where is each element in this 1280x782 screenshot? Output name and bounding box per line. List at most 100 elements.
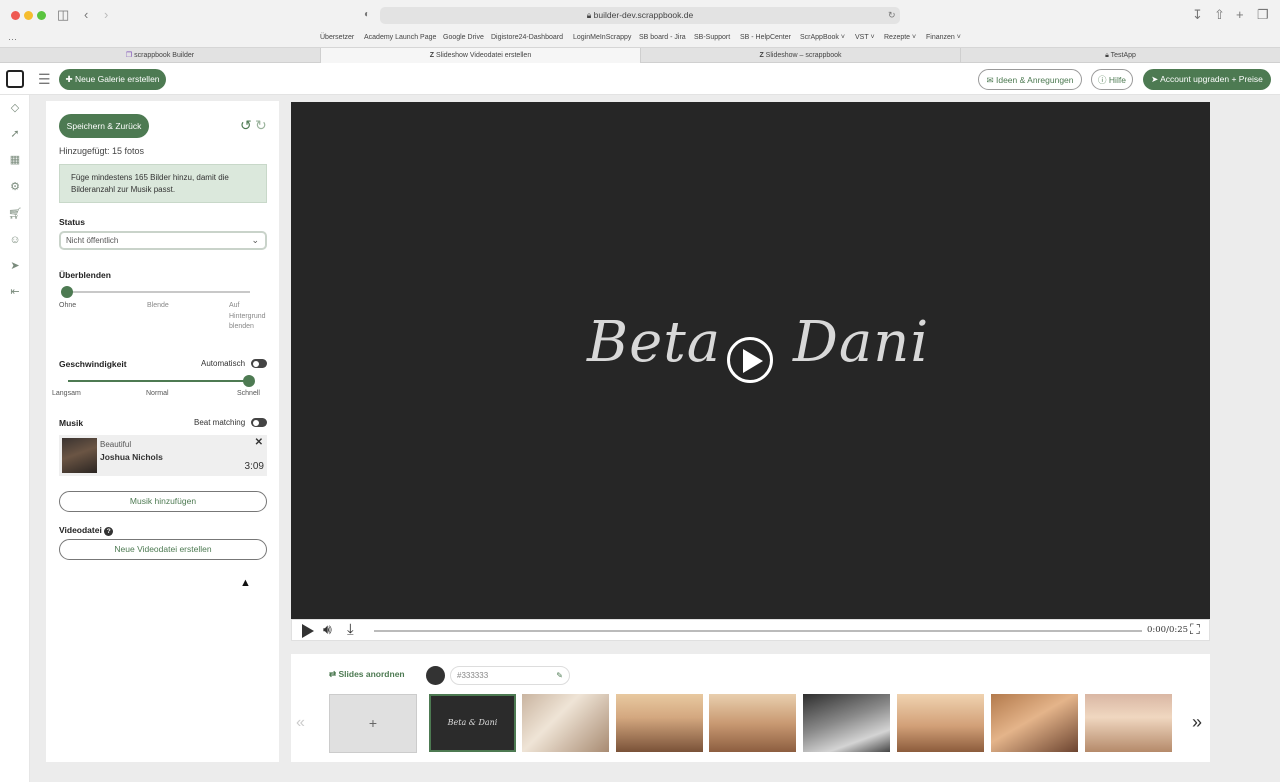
fav-link[interactable]: Academy Launch Page [364, 34, 436, 41]
new-tab-icon[interactable]: + [1236, 7, 1244, 23]
share-icon[interactable]: ⇧ [1214, 7, 1225, 23]
close-window-button[interactable] [11, 11, 20, 20]
save-back-button[interactable]: Speichern & Zurück [59, 114, 149, 138]
speed-fast: Schnell [237, 390, 260, 397]
upgrade-label: Account upgraden + Preise [1160, 74, 1263, 84]
slide-thumb-photo[interactable] [803, 694, 890, 752]
grid-icon[interactable]: ▦ [8, 153, 22, 167]
reload-icon[interactable]: ↻ [888, 7, 896, 23]
upgrade-button[interactable]: ➤ Account upgraden + Preise [1143, 69, 1271, 90]
hamburger-menu-icon[interactable]: ☰ [38, 71, 51, 88]
cart-icon[interactable]: 🛒︎ [8, 207, 22, 221]
play-overlay-icon[interactable] [727, 337, 773, 383]
ideas-button[interactable]: ✉ Ideen & Anregungen [978, 69, 1082, 90]
beat-matching-label: Beat matching [194, 418, 246, 427]
fav-link[interactable]: SB - HelpCenter [740, 34, 791, 41]
user-icon[interactable]: ☺ [8, 233, 22, 247]
status-value: Nicht öffentlich [66, 236, 119, 245]
browser-tabs: ❐ scrappbook Builder Z Slideshow Videoda… [0, 47, 1280, 63]
sidebar-toggle-icon[interactable]: ◫ [57, 7, 69, 23]
slide-thumb-photo[interactable] [991, 694, 1078, 752]
fav-link[interactable]: Google Drive [443, 34, 484, 41]
undo-icon[interactable]: ↺ [240, 117, 252, 134]
tab-label: scrappbook Builder [134, 52, 195, 59]
remove-track-icon[interactable]: ✕ [255, 437, 263, 448]
back-icon[interactable]: ‹ [84, 7, 88, 23]
minimize-window-button[interactable] [24, 11, 33, 20]
download-icon[interactable]: ↧ [1192, 7, 1203, 23]
fav-link[interactable]: LoginMeInScrappy [573, 34, 631, 41]
help-button[interactable]: ⓘ Hilfe [1091, 69, 1133, 90]
slide-thumb-photo[interactable] [1085, 694, 1172, 752]
new-gallery-button[interactable]: ✚ Neue Galerie erstellen [59, 69, 166, 90]
crossfade-knob[interactable] [61, 286, 73, 298]
send-icon[interactable]: ➤ [8, 259, 22, 273]
crossfade-option-ohne: Ohne [59, 302, 77, 309]
fav-link[interactable]: SB board - Jira [639, 34, 686, 41]
fav-link[interactable]: SB-Support [694, 34, 730, 41]
url-text: builder-dev.scrappbook.de [593, 10, 694, 20]
color-hex-input[interactable]: #333333 ✎ [450, 666, 570, 685]
info-icon: ⓘ [1098, 75, 1109, 85]
fav-menu-label: ScrAppBook [800, 34, 839, 41]
video-preview[interactable]: Beta Dani [291, 102, 1210, 641]
apps-grid-icon[interactable]: ⋯ [8, 31, 17, 47]
video-title-left: Beta [587, 310, 722, 375]
zoom-window-button[interactable] [37, 11, 46, 20]
play-icon[interactable] [302, 624, 314, 638]
shield-icon[interactable]: ◐ [364, 7, 370, 23]
fav-menu-label: Finanzen [926, 34, 955, 41]
forward-icon[interactable]: › [104, 7, 108, 23]
scrappbook-favicon-icon: ❐ [125, 52, 135, 59]
tab-testapp[interactable]: 🔒︎ TestApp [960, 48, 1280, 63]
color-swatch[interactable] [426, 666, 445, 685]
video-title-right: Dani [793, 310, 930, 375]
diamond-icon[interactable]: ◇ [8, 101, 22, 115]
pen-icon[interactable]: ✎ [556, 667, 563, 684]
crossfade-track[interactable] [66, 291, 250, 293]
address-bar[interactable]: 🔒︎ builder-dev.scrappbook.de [380, 7, 900, 24]
speed-slow: Langsam [52, 390, 81, 397]
speed-knob[interactable] [243, 375, 255, 387]
tab-scrappbook-builder[interactable]: ❐ scrappbook Builder [0, 48, 320, 63]
video-file-label-text: Videodatei [59, 525, 102, 535]
fav-menu[interactable]: ScrAppBook ˅ [800, 34, 845, 41]
fav-menu[interactable]: Finanzen ˅ [926, 34, 961, 41]
fav-menu[interactable]: VST ˅ [855, 34, 875, 41]
fullscreen-icon[interactable]: ⛶ [1190, 621, 1200, 638]
arrange-slides-button[interactable]: ⇄ Slides anordnen [329, 669, 405, 680]
help-circle-icon[interactable]: ? [104, 527, 114, 536]
app-logo-icon[interactable] [6, 70, 24, 88]
add-slide-button[interactable]: + [329, 694, 417, 753]
progress-bar[interactable] [374, 630, 1142, 632]
status-select[interactable]: Nicht öffentlich ⌄ [59, 231, 267, 250]
slide-thumb-photo[interactable] [897, 694, 984, 752]
prev-slides-icon[interactable]: « [296, 714, 305, 732]
slide-thumb-photo[interactable] [709, 694, 796, 752]
speed-auto-toggle[interactable] [251, 359, 267, 368]
slide-thumb-title[interactable]: Beta & Dani [429, 694, 516, 752]
chart-line-icon[interactable]: ➚ [8, 127, 22, 141]
chevron-down-icon: ˅ [910, 34, 917, 41]
tab-overview-icon[interactable]: ❐ [1257, 7, 1269, 23]
redo-icon[interactable]: ↻ [255, 117, 267, 134]
logout-icon[interactable]: ⇤ [8, 285, 22, 299]
next-slides-icon[interactable]: » [1192, 712, 1202, 733]
new-video-file-button[interactable]: Neue Videodatei erstellen [59, 539, 267, 560]
video-controls: 🔊︎ ⤓ 0:00/0:25 ⛶ [291, 619, 1210, 641]
add-music-button[interactable]: Musik hinzufügen [59, 491, 267, 512]
tab-slideshow-videodatei[interactable]: Z Slideshow Videodatei erstellen [320, 48, 640, 63]
fav-link[interactable]: Übersetzer [320, 34, 354, 41]
tab-slideshow-scrappbook[interactable]: Z Slideshow – scrappbook [640, 48, 960, 63]
speed-track[interactable] [68, 380, 250, 382]
volume-icon[interactable]: 🔊︎ [323, 621, 332, 638]
slide-thumb-photo[interactable] [616, 694, 703, 752]
fav-menu[interactable]: Rezepte ˅ [884, 34, 916, 41]
beat-matching-toggle[interactable] [251, 418, 267, 427]
slide-thumb-photo[interactable] [522, 694, 609, 752]
fav-link[interactable]: Digistore24-Dashboard [491, 34, 563, 41]
favorites-bar: ⋯ Übersetzer Academy Launch Page Google … [0, 30, 1280, 47]
chevron-down-icon: ˅ [868, 34, 875, 41]
gear-icon[interactable]: ⚙ [8, 180, 22, 194]
download-icon[interactable]: ⤓ [347, 621, 354, 638]
